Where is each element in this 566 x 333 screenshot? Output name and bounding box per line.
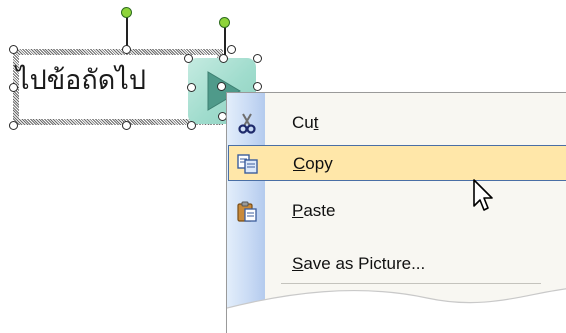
rotation-handle[interactable]	[121, 7, 132, 18]
resize-handle-nw[interactable]	[9, 45, 18, 54]
context-menu: Cut Copy Paste Save as Picture...	[226, 92, 566, 333]
resize-handle-se[interactable]	[187, 121, 196, 130]
resize-handle-n[interactable]	[122, 45, 131, 54]
text-box-content[interactable]: ไปข้อถัดไป	[16, 67, 146, 94]
resize-handle-w[interactable]	[9, 83, 18, 92]
rotation-handle[interactable]	[219, 17, 230, 28]
button-resize-handle[interactable]	[217, 82, 226, 91]
button-resize-handle[interactable]	[253, 54, 262, 63]
resize-handle-e[interactable]	[187, 83, 196, 92]
button-resize-handle[interactable]	[253, 82, 262, 91]
mouse-cursor-icon	[473, 179, 493, 211]
resize-handle-ne[interactable]	[227, 45, 236, 54]
menu-torn-edge	[227, 288, 566, 333]
button-resize-handle[interactable]	[184, 54, 193, 63]
resize-handle-sw[interactable]	[9, 121, 18, 130]
resize-handle-s[interactable]	[122, 121, 131, 130]
button-resize-handle[interactable]	[219, 54, 228, 63]
